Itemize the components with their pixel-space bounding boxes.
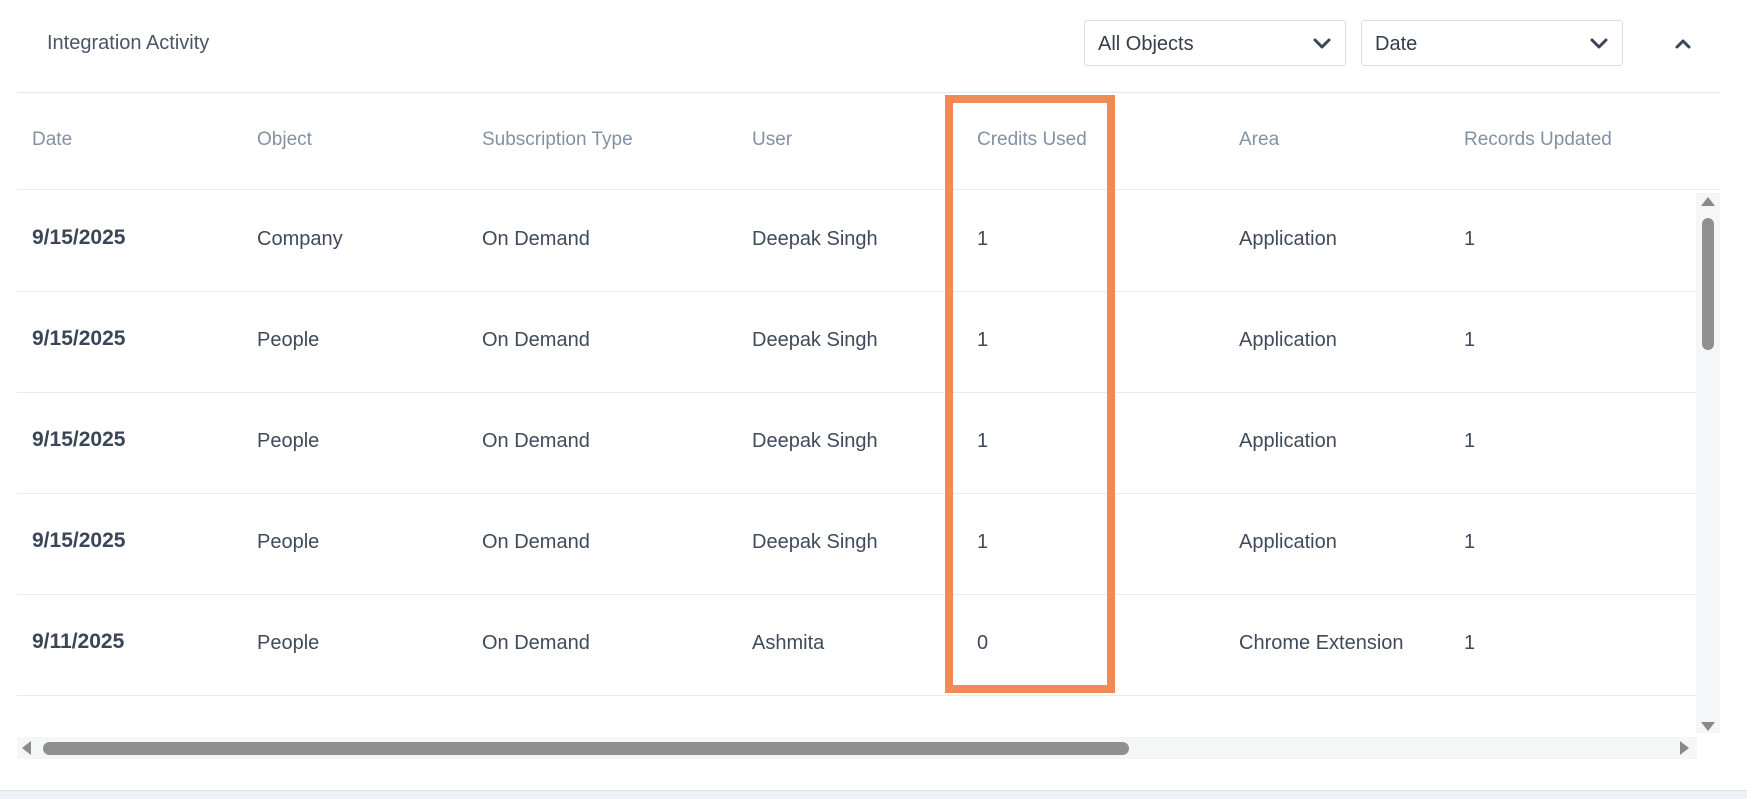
cell-area: Chrome Extension <box>1239 632 1404 654</box>
cell-records-updated: 1 <box>1464 430 1476 452</box>
horizontal-scrollbar[interactable] <box>17 737 1697 759</box>
activity-table: Date Object Subscription Type User Credi… <box>17 93 1720 738</box>
cell-date: 9/11/2025 <box>32 630 125 653</box>
table-row[interactable]: 9/15/2025 People On Demand Deepak Singh … <box>17 493 1697 595</box>
integration-activity-panel: Integration Activity All Objects Date Da… <box>0 0 1747 799</box>
horizontal-scroll-thumb[interactable] <box>43 742 1129 755</box>
table-row[interactable]: 9/15/2025 People On Demand Deepak Singh … <box>17 392 1697 494</box>
chevron-up-icon[interactable] <box>1668 28 1698 58</box>
cell-credits-used: 1 <box>977 329 989 351</box>
column-header-records-updated[interactable]: Records Updated <box>1464 129 1612 151</box>
scroll-down-arrow-icon[interactable] <box>1701 722 1715 731</box>
cell-user: Deepak Singh <box>752 531 878 553</box>
cell-subscription-type: On Demand <box>482 329 590 351</box>
column-header-date[interactable]: Date <box>32 129 72 151</box>
cell-subscription-type: On Demand <box>482 430 590 452</box>
cell-area: Application <box>1239 430 1337 452</box>
cell-area: Application <box>1239 329 1337 351</box>
cell-subscription-type: On Demand <box>482 531 590 553</box>
cell-object: People <box>257 632 320 654</box>
cell-user: Deepak Singh <box>752 329 878 351</box>
cell-object: People <box>257 430 320 452</box>
cell-credits-used: 1 <box>977 531 989 553</box>
sort-filter-value: Date <box>1375 33 1418 55</box>
cell-records-updated: 1 <box>1464 531 1476 553</box>
cell-credits-used: 1 <box>977 228 989 250</box>
table-header-row: Date Object Subscription Type User Credi… <box>17 93 1720 190</box>
vertical-scrollbar[interactable] <box>1696 193 1720 733</box>
cell-records-updated: 1 <box>1464 228 1476 250</box>
cell-date: 9/15/2025 <box>32 529 126 552</box>
cell-credits-used: 0 <box>977 632 989 654</box>
column-header-area[interactable]: Area <box>1239 129 1279 151</box>
object-filter-value: All Objects <box>1098 33 1194 55</box>
chevron-down-icon <box>1590 38 1608 49</box>
column-header-user[interactable]: User <box>752 129 792 151</box>
chevron-down-icon <box>1313 38 1331 49</box>
cell-date: 9/15/2025 <box>32 428 126 451</box>
cell-subscription-type: On Demand <box>482 228 590 250</box>
column-header-object[interactable]: Object <box>257 129 312 151</box>
cell-date: 9/15/2025 <box>32 327 126 350</box>
cell-area: Application <box>1239 531 1337 553</box>
column-header-credits-used[interactable]: Credits Used <box>977 129 1087 151</box>
cell-object: Company <box>257 228 343 250</box>
panel-title: Integration Activity <box>47 32 210 54</box>
sort-filter-select[interactable]: Date <box>1361 20 1623 66</box>
column-header-subscription-type[interactable]: Subscription Type <box>482 129 633 151</box>
table-row[interactable]: 9/15/2025 People On Demand Deepak Singh … <box>17 291 1697 393</box>
table-row[interactable]: 9/15/2025 Company On Demand Deepak Singh… <box>17 190 1697 292</box>
cell-user: Deepak Singh <box>752 228 878 250</box>
table-row[interactable]: 9/11/2025 People On Demand Ashmita 0 Chr… <box>17 594 1697 696</box>
cell-subscription-type: On Demand <box>482 632 590 654</box>
cell-records-updated: 1 <box>1464 632 1476 654</box>
cell-area: Application <box>1239 228 1337 250</box>
object-filter-select[interactable]: All Objects <box>1084 20 1346 66</box>
cell-object: People <box>257 329 320 351</box>
cell-user: Deepak Singh <box>752 430 878 452</box>
scroll-right-arrow-icon[interactable] <box>1680 741 1689 755</box>
scroll-up-arrow-icon[interactable] <box>1701 197 1715 206</box>
vertical-scroll-thumb[interactable] <box>1702 218 1714 350</box>
cell-credits-used: 1 <box>977 430 989 452</box>
cell-records-updated: 1 <box>1464 329 1476 351</box>
panel-header: Integration Activity All Objects Date <box>17 0 1720 93</box>
cell-object: People <box>257 531 320 553</box>
cell-user: Ashmita <box>752 632 825 654</box>
cell-date: 9/15/2025 <box>32 226 126 249</box>
scroll-left-arrow-icon[interactable] <box>22 741 31 755</box>
